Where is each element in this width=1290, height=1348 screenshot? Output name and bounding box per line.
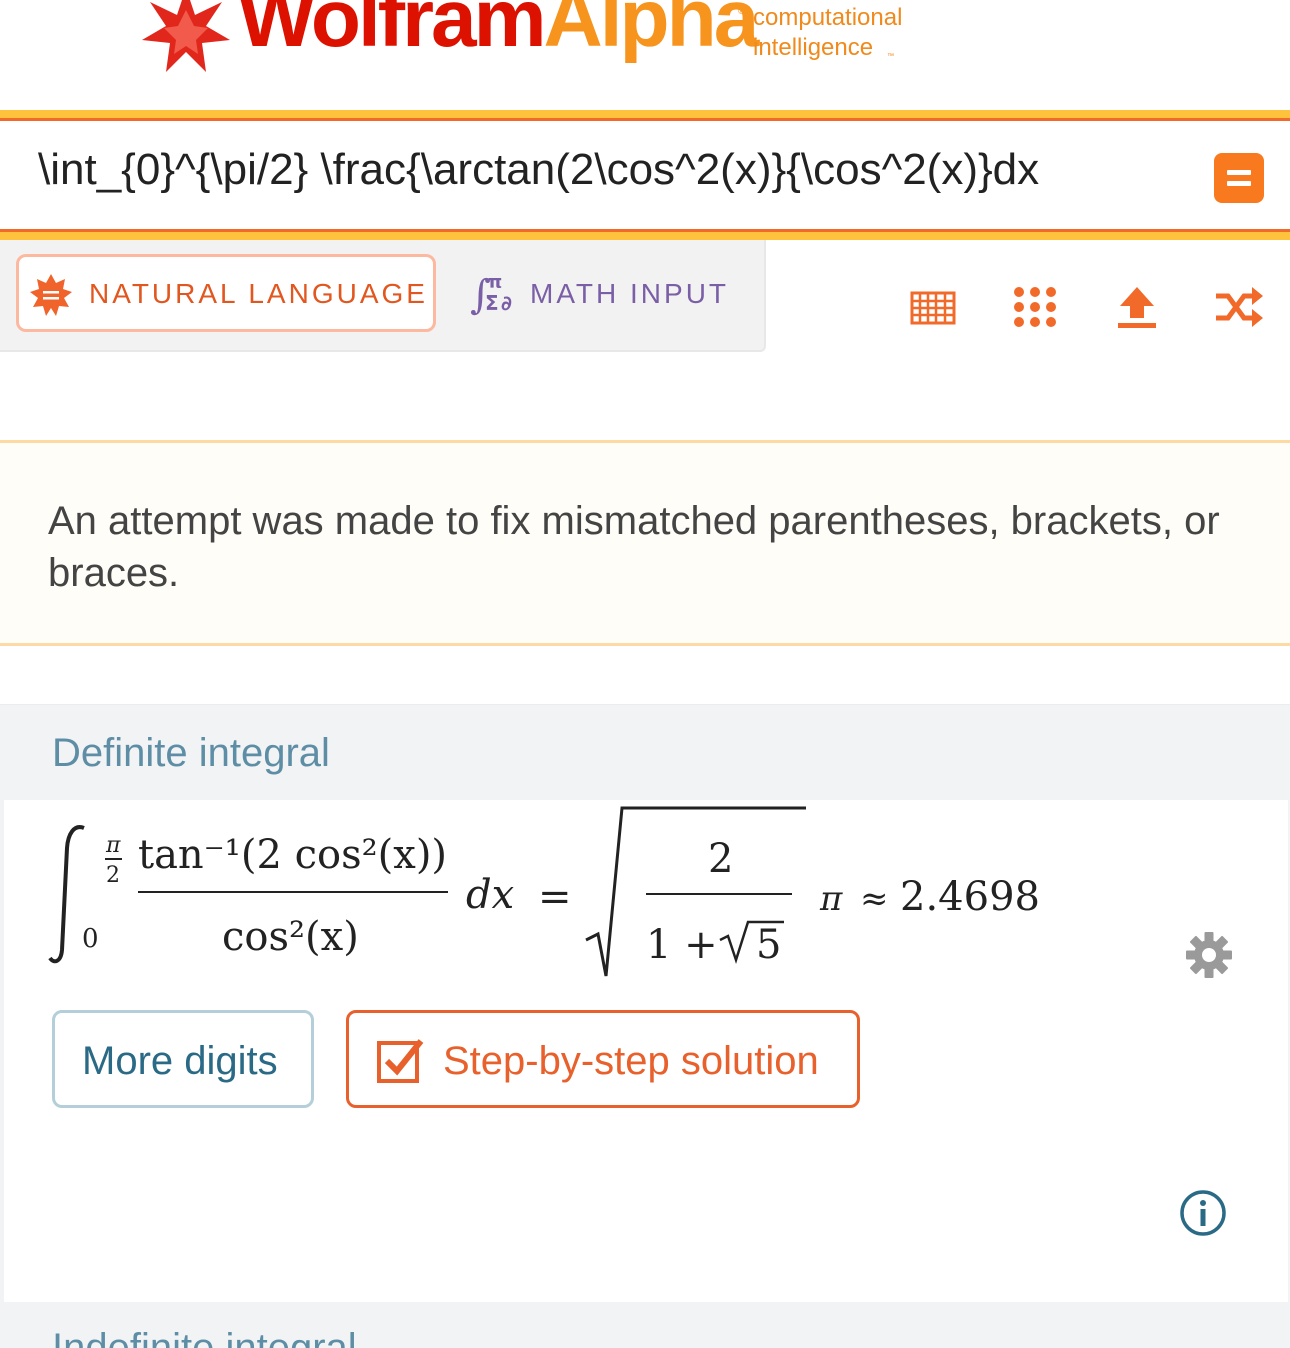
notice-text: An attempt was made to fix mismatched pa… <box>48 499 1220 595</box>
integral-sign <box>48 825 85 964</box>
svg-text:Σ: Σ <box>485 291 499 315</box>
integrand-numerator: tan⁻¹(2 cos²(x)) <box>138 832 447 878</box>
upper-limit-num: π <box>105 833 121 858</box>
result-formula: π 2 0 tan⁻¹(2 cos²(x)) cos²(x) dx = 2 1 … <box>48 806 1040 977</box>
lower-limit: 0 <box>82 924 99 954</box>
tab-natural-language[interactable]: NATURAL LANGUAGE <box>16 254 436 332</box>
step-by-step-button[interactable]: Step-by-step solution <box>346 1010 860 1108</box>
approx-value: 2.4698 <box>900 874 1040 920</box>
gear-icon[interactable] <box>1184 930 1234 980</box>
keyboard-grid-icon[interactable] <box>908 282 958 332</box>
pi-symbol: π <box>819 879 843 919</box>
more-digits-label: More digits <box>82 1039 278 1083</box>
upload-icon[interactable] <box>1112 282 1162 332</box>
brand-name[interactable]: WolframAlpha <box>238 0 759 60</box>
sqrt-denominator-b: 5 <box>756 922 781 968</box>
svg-text:π: π <box>488 272 502 293</box>
differential: dx <box>466 872 514 918</box>
next-pod-title: Indefinite integral <box>52 1326 357 1348</box>
tagline-line1: computational <box>753 4 903 31</box>
equals-icon[interactable] <box>1214 153 1264 203</box>
upper-limit-den: 2 <box>106 863 120 888</box>
search-border-bottom <box>0 232 1290 240</box>
shuffle-icon[interactable] <box>1214 282 1264 332</box>
search-border-top-inner <box>0 118 1290 121</box>
more-digits-button[interactable]: More digits <box>52 1010 314 1108</box>
notice-banner: An attempt was made to fix mismatched pa… <box>0 440 1290 646</box>
dots-grid-icon[interactable] <box>1010 282 1060 332</box>
trademark-mark: ™ <box>887 53 894 60</box>
registered-mark: ® <box>738 6 746 17</box>
brand-wolfram: Wolfram <box>238 0 547 64</box>
tagline-line2: intelligence <box>753 34 874 61</box>
checkbox-checked-icon <box>377 1039 424 1083</box>
sqrt-denominator-a: 1 + <box>646 922 718 968</box>
pod-title: Definite integral <box>52 731 330 775</box>
search-border-top <box>0 110 1290 118</box>
info-icon[interactable] <box>1178 1188 1228 1238</box>
tab-math-input[interactable]: ∫ π Σ ∂ MATH INPUT <box>468 264 758 328</box>
wolfram-logo-icon[interactable] <box>138 0 234 72</box>
tab-natural-language-label: NATURAL LANGUAGE <box>89 278 428 309</box>
approx-sign: ≈ <box>860 879 889 919</box>
search-input[interactable]: \int_{0}^{\pi/2} \frac{\arctan(2\cos^2(x… <box>38 148 1039 192</box>
step-by-step-label: Step-by-step solution <box>443 1039 819 1083</box>
sqrt-numerator: 2 <box>708 836 733 882</box>
tab-math-input-label: MATH INPUT <box>530 278 730 309</box>
wolfram-spikey-icon <box>30 274 72 316</box>
equals-sign: = <box>538 874 572 920</box>
brand-alpha: Alpha <box>543 0 760 64</box>
svg-text:∂: ∂ <box>501 291 512 315</box>
next-pod-header: Indefinite integral <box>0 1302 1290 1348</box>
math-input-icon: ∫ π Σ ∂ <box>470 272 512 318</box>
integrand-denominator: cos²(x) <box>222 914 359 960</box>
pod-header: Definite integral <box>0 704 1290 801</box>
